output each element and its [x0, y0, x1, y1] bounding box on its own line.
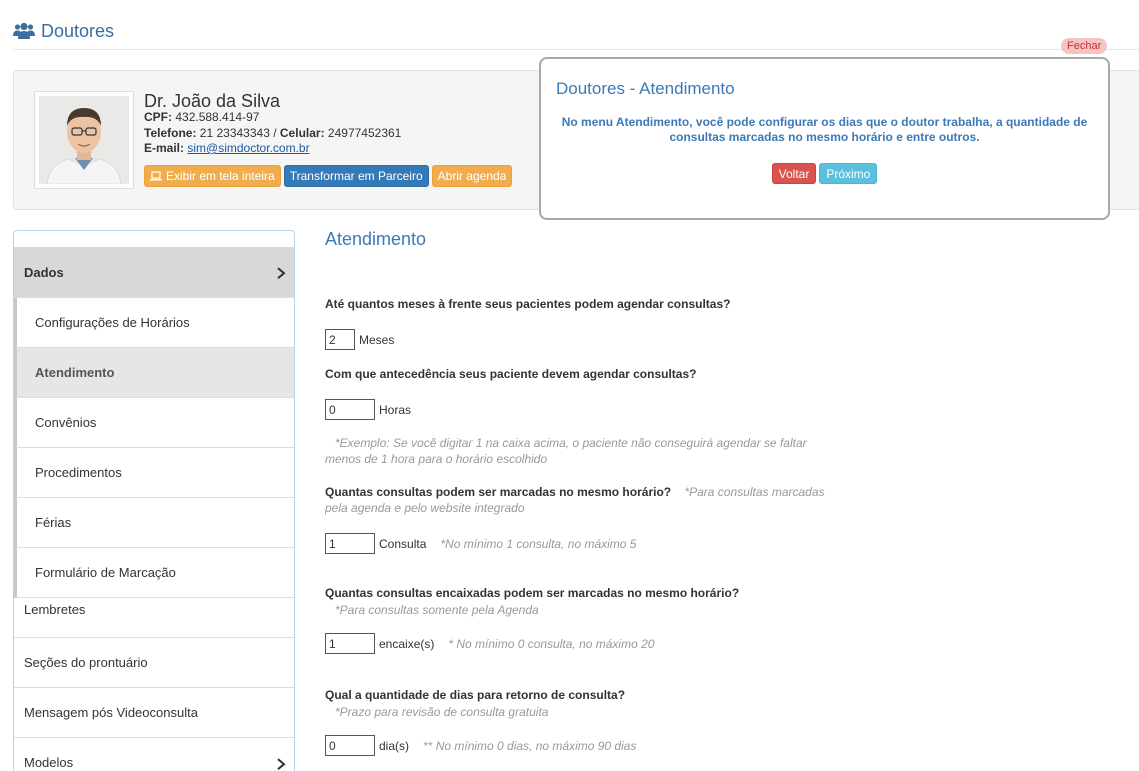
- doctor-photo: [39, 96, 129, 184]
- return-days-unit: dia(s): [379, 738, 410, 753]
- fullscreen-label: Exibir em tela inteira: [166, 169, 275, 183]
- chevron-right-icon: [277, 267, 286, 279]
- sidebar-item-label: Dados: [24, 264, 64, 280]
- sidebar-item-dados[interactable]: Dados: [14, 247, 294, 298]
- return-days-row: dia(s) ** No mínimo 0 dias, no máximo 90…: [325, 735, 636, 756]
- same-slot-range: *No mínimo 1 consulta, no máximo 5: [440, 536, 637, 551]
- sidebar-item-convenios[interactable]: Convênios: [14, 398, 294, 448]
- question-months-ahead: Até quantos meses à frente seus paciente…: [325, 297, 731, 311]
- tour-back-button[interactable]: Voltar: [771, 163, 817, 184]
- sidebar-item-mensagem-videoconsulta[interactable]: Mensagem pós Videoconsulta: [14, 688, 294, 738]
- sidebar-item-label: Férias: [35, 515, 72, 530]
- sidebar-item-label: Seções do prontuário: [24, 655, 148, 670]
- phone-value: 21 23343343: [199, 126, 270, 140]
- profile-actions: Exibir em tela inteira Transformar em Pa…: [144, 165, 513, 187]
- doctor-cpf: CPF: 432.588.414-97: [144, 110, 259, 124]
- return-days-hint: *Prazo para revisão de consulta gratuita: [335, 705, 549, 719]
- same-slot-label: Quantas consultas podem ser marcadas no …: [325, 485, 672, 499]
- email-label: E-mail:: [144, 141, 185, 155]
- tour-close-button[interactable]: Fechar: [1061, 38, 1108, 54]
- doctor-email: E-mail: sim@simdoctor.com.br: [144, 141, 310, 155]
- users-icon: [13, 22, 35, 39]
- advance-hours-note: *Exemplo: Se você digitar 1 na caixa aci…: [325, 436, 807, 466]
- encaixes-row: encaixe(s) * No mínimo 0 consulta, no má…: [325, 633, 654, 654]
- sidebar-item-label: Mensagem pós Videoconsulta: [24, 705, 198, 720]
- advance-hours-row: Horas: [325, 399, 411, 420]
- chevron-right-icon: [277, 757, 286, 770]
- tour-title: Doutores - Atendimento: [556, 79, 735, 98]
- tour-next-button[interactable]: Próximo: [819, 163, 878, 184]
- open-agenda-button[interactable]: Abrir agenda: [431, 165, 513, 187]
- sidebar-item-label: Lembretes: [24, 602, 86, 617]
- page-header: Doutores: [13, 16, 114, 46]
- partner-button[interactable]: Transformar em Parceiro: [283, 165, 429, 187]
- laptop-icon: [150, 171, 162, 181]
- fullscreen-button[interactable]: Exibir em tela inteira: [144, 165, 281, 187]
- same-slot-unit: Consulta: [379, 536, 427, 551]
- sidebar-item-configuracoes-horarios[interactable]: Configurações de Horários: [14, 298, 294, 348]
- question-return-days: Qual a quantidade de dias para retorno d…: [325, 688, 626, 702]
- months-ahead-row: Meses: [325, 329, 394, 350]
- encaixes-input[interactable]: [325, 633, 375, 654]
- sidebar-item-label: Atendimento: [35, 365, 115, 380]
- sidebar-item-label: Convênios: [35, 415, 97, 430]
- encaixes-hint: *Para consultas somente pela Agenda: [335, 603, 539, 617]
- email-link[interactable]: sim@simdoctor.com.br: [187, 141, 309, 155]
- encaixes-unit: encaixe(s): [379, 636, 435, 651]
- months-ahead-input[interactable]: [325, 329, 355, 350]
- return-days-range: ** No mínimo 0 dias, no máximo 90 dias: [423, 738, 637, 753]
- months-unit: Meses: [359, 332, 395, 347]
- sidebar-item-label: Configurações de Horários: [35, 315, 190, 330]
- section-title: Atendimento: [325, 229, 427, 249]
- sidebar-item-ferias[interactable]: Férias: [14, 498, 294, 548]
- tour-popover: Doutores - Atendimento No menu Atendimen…: [539, 57, 1110, 220]
- question-advance-hours: Com que antecedência seus paciente devem…: [325, 367, 697, 381]
- phone-label: Telefone:: [144, 126, 197, 140]
- partner-label: Transformar em Parceiro: [289, 169, 423, 183]
- sidebar-item-atendimento[interactable]: Atendimento: [14, 348, 294, 398]
- advance-hours-input[interactable]: [325, 399, 375, 420]
- sidebar-item-label: Formulário de Marcação: [35, 565, 176, 580]
- question-encaixes: Quantas consultas encaixadas podem ser m…: [325, 586, 740, 600]
- sidebar-menu: Dados Configurações de Horários Atendime…: [13, 230, 295, 771]
- encaixes-range: * No mínimo 0 consulta, no máximo 20: [448, 636, 655, 651]
- hours-unit: Horas: [379, 402, 412, 417]
- sidebar-item-modelos[interactable]: Modelos: [14, 738, 294, 771]
- cell-label: Celular:: [279, 126, 325, 140]
- question-same-slot: Quantas consultas podem ser marcadas no …: [325, 484, 835, 516]
- header-divider: [13, 49, 1139, 50]
- open-agenda-label: Abrir agenda: [437, 169, 507, 183]
- cell-value: 24977452361: [327, 126, 402, 140]
- sidebar-item-lembretes[interactable]: Lembretes: [14, 598, 294, 638]
- sidebar-top: [14, 231, 294, 247]
- sidebar-item-label: Modelos: [24, 755, 74, 770]
- same-slot-input[interactable]: [325, 533, 375, 554]
- doctor-phones: Telefone: 21 23343343 / Celular: 2497745…: [144, 126, 402, 140]
- sidebar-item-procedimentos[interactable]: Procedimentos: [14, 448, 294, 498]
- doctor-avatar: [34, 91, 134, 189]
- sidebar-item-label: Procedimentos: [35, 465, 122, 480]
- tour-text: No menu Atendimento, você pode configura…: [561, 115, 1088, 144]
- return-days-input[interactable]: [325, 735, 375, 756]
- doctor-name: Dr. João da Silva: [144, 91, 281, 111]
- tour-buttons: Voltar Próximo: [541, 163, 1108, 184]
- page-title: Doutores: [41, 20, 115, 41]
- same-slot-row: Consulta *No mínimo 1 consulta, no máxim…: [325, 533, 636, 554]
- sidebar-item-formulario-marcacao[interactable]: Formulário de Marcação: [14, 548, 294, 598]
- sidebar-item-secoes-prontuario[interactable]: Seções do prontuário: [14, 638, 294, 688]
- cpf-label: CPF:: [144, 110, 172, 124]
- cpf-value: 432.588.414-97: [175, 110, 260, 124]
